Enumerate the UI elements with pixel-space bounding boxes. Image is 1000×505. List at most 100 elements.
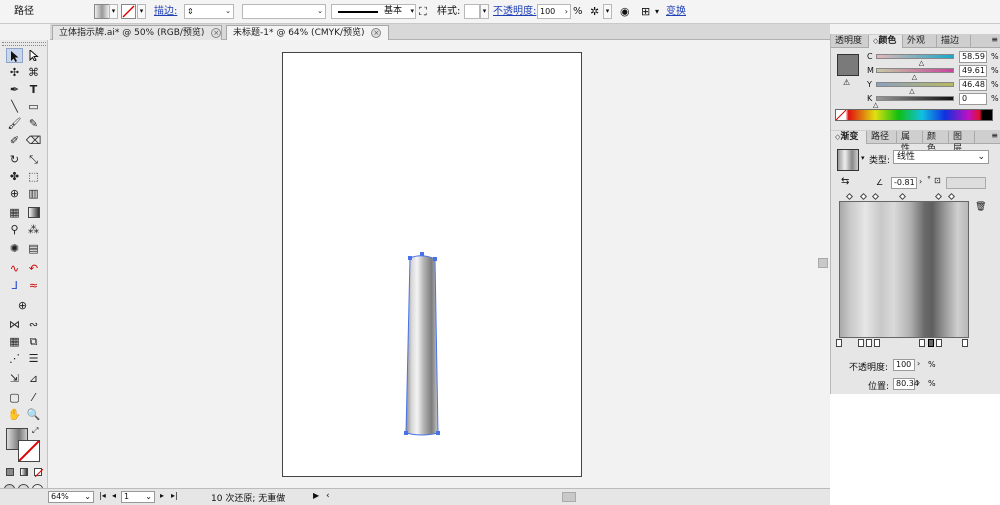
midpoint-diamond[interactable] bbox=[934, 192, 943, 201]
selected-cylinder-path[interactable] bbox=[49, 40, 829, 487]
next-page-icon[interactable]: ▸ bbox=[160, 491, 164, 500]
gradient-type-select[interactable]: 线性 ⌄ bbox=[893, 150, 989, 164]
gradient-stop[interactable] bbox=[928, 339, 934, 347]
style-swatch[interactable] bbox=[464, 4, 480, 19]
crosshair-tool-icon[interactable]: ⊕ bbox=[14, 298, 31, 313]
gradient-stop[interactable] bbox=[919, 339, 925, 347]
stroke-swatch[interactable] bbox=[121, 4, 136, 19]
transform-link[interactable]: 变换 bbox=[666, 0, 686, 24]
midpoint-diamond[interactable] bbox=[859, 192, 868, 201]
brush-definition-field[interactable]: 基本 ▾ bbox=[331, 4, 416, 19]
none-swatch-icon[interactable] bbox=[836, 110, 846, 120]
align-stroke-icon[interactable]: ⛶ bbox=[419, 0, 427, 24]
smooth-tool-icon[interactable]: ≈ bbox=[25, 278, 42, 293]
wave-tool-icon[interactable]: ∾ bbox=[25, 317, 42, 332]
artboard-rect-tool-icon[interactable]: ▢ bbox=[6, 390, 23, 405]
scroll-left-icon[interactable]: ‹ bbox=[326, 491, 330, 501]
envelope-tool-icon[interactable]: ⋈ bbox=[6, 317, 23, 332]
scale-tool-icon[interactable]: ⤡ bbox=[25, 152, 42, 167]
stepper-icon[interactable]: ⇕ bbox=[187, 5, 194, 18]
opacity-link[interactable]: 不透明度: bbox=[493, 0, 536, 24]
midpoint-diamond[interactable] bbox=[947, 192, 956, 201]
chevron-right-icon[interactable]: › bbox=[565, 5, 568, 18]
color-spectrum[interactable] bbox=[835, 109, 993, 121]
aspect-ratio-input[interactable] bbox=[946, 177, 986, 189]
paintbrush-tool-icon[interactable]: 🖌 bbox=[6, 116, 23, 131]
vertical-scrollbar[interactable] bbox=[817, 40, 829, 487]
tab-document-2[interactable]: 未标题-1* @ 64% (CMYK/预览) × bbox=[226, 25, 389, 40]
warp-tool-icon[interactable]: ✤ bbox=[6, 169, 23, 184]
fill-stroke-control[interactable]: ⤢ bbox=[6, 426, 42, 462]
tab-layers[interactable]: 图层 bbox=[949, 131, 975, 154]
hand-tool-icon[interactable]: ✋ bbox=[6, 407, 23, 422]
chevron-right-icon[interactable]: › bbox=[919, 177, 922, 186]
tab-pathfinder[interactable]: 路径 bbox=[867, 131, 897, 144]
curvature-tool-icon[interactable]: ↶ bbox=[25, 261, 42, 276]
layers-tool-icon[interactable]: ⧉ bbox=[25, 334, 42, 349]
gradient-stop[interactable] bbox=[836, 339, 842, 347]
blend-tool-icon[interactable]: ⁂ bbox=[25, 222, 42, 237]
chevron-right-icon[interactable]: › bbox=[917, 359, 920, 368]
gradient-stop[interactable] bbox=[858, 339, 864, 347]
gradient-tool-icon[interactable] bbox=[25, 205, 42, 220]
trash-icon[interactable]: 🗑 bbox=[975, 202, 986, 212]
page-select[interactable]: 1 ⌄ bbox=[121, 491, 155, 503]
rotate-tool-icon[interactable]: ↻ bbox=[6, 152, 23, 167]
perspective-grid-tool-icon[interactable]: ▥ bbox=[25, 186, 42, 201]
chevron-down-icon[interactable]: ▾ bbox=[655, 0, 659, 24]
aspect-ratio-icon[interactable]: ⊡ bbox=[934, 176, 941, 185]
isolate-icon[interactable]: ◉ bbox=[620, 0, 630, 24]
status-menu-icon[interactable]: ▶ bbox=[313, 491, 319, 500]
selection-tool-icon[interactable] bbox=[6, 48, 23, 63]
y-value-field[interactable]: 46.48 bbox=[959, 79, 987, 91]
document-canvas[interactable] bbox=[49, 40, 829, 487]
tab-transparency[interactable]: 透明度 bbox=[831, 35, 869, 48]
line-tool-icon[interactable]: ╲ bbox=[6, 99, 23, 114]
stroke-link[interactable]: 描边: bbox=[154, 0, 177, 24]
knife-tool-icon[interactable]: ⁄ bbox=[25, 390, 42, 405]
stroke-weight-field[interactable]: ⇕ ⌄ bbox=[184, 4, 234, 19]
artboard-tool-icon[interactable]: ⇲ bbox=[6, 371, 23, 386]
reshape-tool-icon[interactable]: ᒧ bbox=[6, 278, 23, 293]
reverse-gradient-icon[interactable]: ⇆ bbox=[841, 176, 849, 187]
stroke-color-swatch[interactable] bbox=[18, 440, 40, 462]
k-value-field[interactable]: 0 bbox=[959, 93, 987, 105]
gradient-stop[interactable] bbox=[866, 339, 872, 347]
gradient-mode-icon[interactable] bbox=[20, 468, 28, 476]
tab-stroke[interactable]: 描边 bbox=[937, 35, 971, 48]
m-value-field[interactable]: 49.61 bbox=[959, 65, 987, 77]
eraser-tool-icon[interactable]: ⌫ bbox=[25, 133, 42, 148]
chevron-down-icon[interactable]: ▾ bbox=[861, 154, 865, 162]
style-dropdown[interactable]: ▾ bbox=[480, 4, 489, 19]
blob-brush-tool-icon[interactable]: ✐ bbox=[6, 133, 23, 148]
out-of-gamut-icon[interactable]: ⚠ bbox=[843, 78, 850, 87]
close-icon[interactable]: × bbox=[371, 27, 382, 38]
column-graph-tool-icon[interactable]: ▤ bbox=[25, 241, 42, 256]
angle-input[interactable]: -0.81 bbox=[891, 177, 917, 189]
stop-opacity-input[interactable]: 100 bbox=[893, 359, 915, 371]
opacity-input[interactable]: 100 › bbox=[537, 4, 571, 19]
magic-wand-tool-icon[interactable]: ✣ bbox=[6, 65, 23, 80]
variable-width-field[interactable]: ⌄ bbox=[242, 4, 326, 19]
first-page-icon[interactable]: |◂ bbox=[99, 491, 106, 500]
lasso-tool-icon[interactable]: ⌘ bbox=[25, 65, 42, 80]
type-tool-icon[interactable]: T bbox=[25, 82, 42, 97]
none-mode-icon[interactable] bbox=[34, 468, 44, 478]
align-icon[interactable]: ⊞ bbox=[641, 0, 650, 24]
gradient-preview[interactable] bbox=[839, 201, 969, 338]
stop-location-input[interactable]: 80.34 bbox=[893, 378, 919, 390]
midpoint-diamond[interactable] bbox=[898, 192, 907, 201]
panel-menu-icon[interactable]: ≡ bbox=[991, 35, 998, 44]
k-slider[interactable] bbox=[876, 96, 954, 101]
horizontal-scroll-thumb[interactable] bbox=[562, 492, 576, 502]
y-slider[interactable] bbox=[876, 82, 954, 87]
free-transform-tool-icon[interactable]: ⬚ bbox=[25, 169, 42, 184]
panel-grip[interactable] bbox=[2, 42, 46, 46]
midpoint-diamond[interactable] bbox=[845, 192, 854, 201]
slider-thumb[interactable]: △ bbox=[873, 101, 878, 109]
panel-menu-icon[interactable]: ≡ bbox=[991, 131, 998, 140]
gradient-stop[interactable] bbox=[874, 339, 880, 347]
zoom-tool-icon[interactable]: 🔍 bbox=[25, 407, 42, 422]
recolor-icon[interactable]: ✲ bbox=[590, 0, 599, 24]
rectangle-tool-icon[interactable]: ▭ bbox=[25, 99, 42, 114]
